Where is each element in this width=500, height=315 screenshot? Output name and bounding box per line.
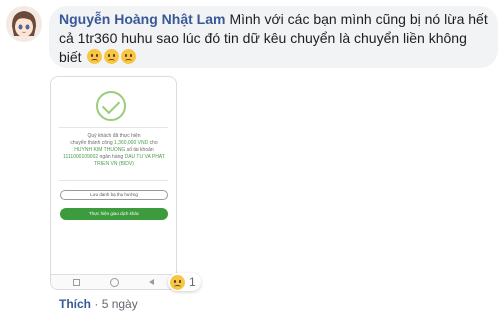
like-link[interactable]: Thích bbox=[59, 297, 91, 311]
transfer-amount: 1,360,000 VND bbox=[114, 140, 149, 146]
avatar[interactable] bbox=[6, 6, 42, 42]
back-icon bbox=[149, 279, 154, 285]
account-label: số tài khoản bbox=[126, 147, 154, 153]
timestamp-link[interactable]: 5 ngày bbox=[102, 297, 138, 311]
message-line-1: Quý khách đã thực hiện bbox=[87, 133, 141, 139]
divider bbox=[59, 127, 168, 128]
bank-label: ngân hàng bbox=[99, 154, 124, 160]
recipient-name: HUYNH KIM THUONG bbox=[74, 147, 126, 153]
crying-face-emoji-icon bbox=[104, 49, 120, 64]
separator: · bbox=[94, 297, 99, 311]
account-number: 1111000109002 bbox=[63, 154, 99, 160]
comment-bubble: Nguyễn Hoàng Nhật Lam Mình với các bạn mì… bbox=[49, 6, 498, 68]
save-beneficiary-button: Lưu danh bạ thụ hưởng bbox=[60, 190, 168, 200]
comment-author-link[interactable]: Nguyễn Hoàng Nhật Lam bbox=[59, 11, 225, 27]
avatar-anime-icon bbox=[6, 6, 42, 42]
message-line-2-suffix: cho bbox=[149, 140, 158, 146]
crying-face-emoji-icon bbox=[121, 49, 137, 64]
recent-apps-icon bbox=[73, 279, 80, 286]
comment-actions: Thích · 5 ngày bbox=[59, 297, 138, 311]
new-transaction-button: Thực hiện giao dịch khác bbox=[60, 208, 168, 220]
reaction-summary[interactable]: 1 bbox=[168, 273, 201, 291]
divider bbox=[59, 180, 168, 181]
success-check-icon bbox=[96, 91, 126, 121]
comment-text-block: Nguyễn Hoàng Nhật Lam Mình với các bạn mì… bbox=[59, 10, 491, 67]
phone-nav-bar bbox=[51, 274, 176, 289]
message-line-2-prefix: chuyển thành công bbox=[70, 140, 113, 146]
attached-screenshot[interactable]: Quý khách đã thực hiện chuyển thành công… bbox=[50, 76, 177, 290]
sad-face-emoji-icon bbox=[170, 274, 185, 290]
transfer-success-message: Quý khách đã thực hiện chuyển thành công… bbox=[61, 133, 167, 168]
reaction-count: 1 bbox=[189, 275, 196, 289]
home-icon bbox=[110, 278, 119, 287]
sad-face-emoji-icon bbox=[87, 49, 103, 64]
